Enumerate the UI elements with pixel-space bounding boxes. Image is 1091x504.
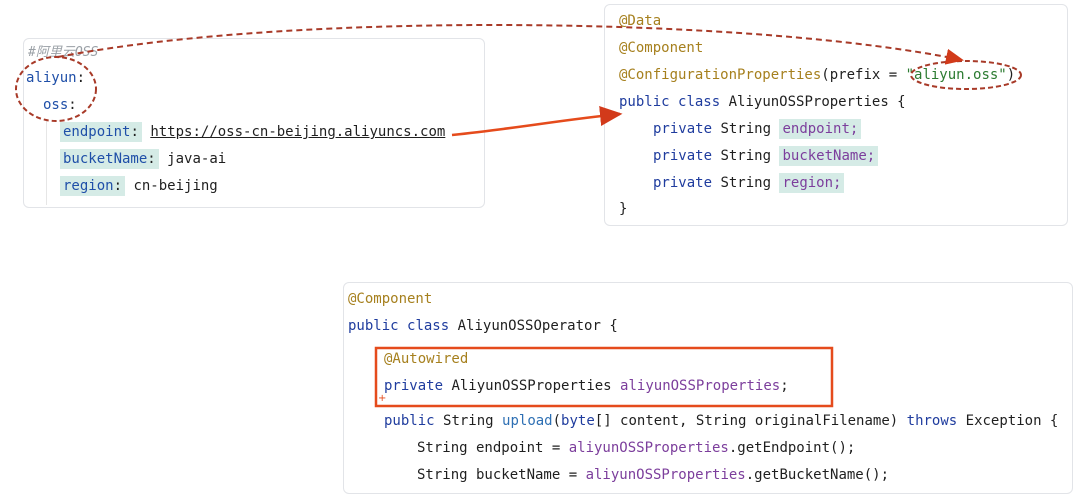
- endpoint-statement: String endpoint = aliyunOSSProperties.ge…: [417, 438, 855, 458]
- keyword-private: private: [384, 378, 444, 394]
- yaml-key-bucket: bucketName: [63, 151, 148, 167]
- field-bucket-line: private String bucketName;: [653, 146, 879, 166]
- field-bucket-name: bucketName;: [779, 146, 879, 166]
- keyword-class: class: [678, 94, 721, 110]
- yaml-line-region: region: cn-beijing: [60, 176, 218, 196]
- field-endpoint: endpoint;: [779, 119, 862, 139]
- class-declaration: public class AliyunOSSProperties {: [619, 92, 906, 112]
- annotation-config-properties: @ConfigurationProperties: [619, 67, 822, 83]
- yaml-endpoint-url[interactable]: https://oss-cn-beijing.aliyuncs.com: [150, 124, 445, 140]
- get-endpoint-call: .getEndpoint();: [728, 440, 856, 456]
- prefix-close: ): [1006, 67, 1016, 83]
- paren-open: (: [552, 413, 562, 429]
- properties-field-ref: aliyunOSSProperties: [585, 467, 746, 483]
- properties-field-ref: aliyunOSSProperties: [568, 440, 729, 456]
- annotation-component: @Component: [348, 291, 433, 307]
- endpoint-decl: String endpoint =: [417, 440, 569, 456]
- properties-field: aliyunOSSProperties: [620, 378, 781, 394]
- params-rest: [] content, String originalFilename): [594, 413, 907, 429]
- field-region: region;: [779, 173, 845, 193]
- yaml-line-endpoint: endpoint: https://oss-cn-beijing.aliyunc…: [60, 122, 445, 142]
- yaml-line-aliyun: aliyun:: [26, 68, 85, 88]
- yaml-bucket-value: java-ai: [167, 151, 227, 167]
- yaml-line-oss: oss:: [43, 95, 77, 115]
- yaml-key-bucket-highlight: bucketName:: [60, 149, 159, 169]
- keyword-private: private: [653, 148, 713, 164]
- keyword-public: public: [619, 94, 670, 110]
- keyword-class: class: [407, 318, 450, 334]
- bucket-statement: String bucketName = aliyunOSSProperties.…: [417, 465, 889, 485]
- get-bucket-name-call: .getBucketName();: [745, 467, 890, 483]
- yaml-colon: :: [130, 124, 139, 140]
- yaml-key-region: region: [63, 178, 114, 194]
- yaml-line-bucket: bucketName: java-ai: [60, 149, 226, 169]
- field-endpoint-line: private String endpoint;: [653, 119, 862, 139]
- operator-class-panel: @Component public class AliyunOSSOperato…: [343, 282, 1073, 494]
- yaml-region-value: cn-beijing: [133, 178, 218, 194]
- annotation-autowired: @Autowired: [384, 351, 469, 367]
- yaml-key-endpoint: endpoint: [63, 124, 131, 140]
- indent-guide: [46, 119, 47, 205]
- yaml-key-aliyun: aliyun: [26, 70, 77, 86]
- yaml-colon: :: [113, 178, 123, 194]
- keyword-public: public: [348, 318, 399, 334]
- yaml-key-oss: oss: [43, 97, 69, 113]
- type-string: String: [720, 148, 772, 164]
- yaml-config-panel: #阿里云OSS aliyun: oss: endpoint: https://o…: [23, 38, 485, 208]
- keyword-private: private: [653, 175, 713, 191]
- class-declaration: public class AliyunOSSOperator {: [348, 316, 618, 336]
- yaml-key-region-highlight: region:: [60, 176, 126, 196]
- return-type: String: [443, 413, 494, 429]
- class-name: AliyunOSSOperator {: [457, 318, 618, 334]
- keyword-throws: throws: [906, 413, 958, 429]
- keyword-byte: byte: [561, 413, 595, 429]
- class-name: AliyunOSSProperties {: [728, 94, 906, 110]
- method-upload: upload: [502, 413, 553, 429]
- type-string: String: [720, 175, 772, 191]
- yaml-key-endpoint-highlight: endpoint:: [60, 122, 142, 142]
- type-string: String: [720, 121, 772, 137]
- keyword-public: public: [384, 413, 435, 429]
- semicolon: ;: [780, 378, 789, 394]
- annotation-component: @Component: [619, 40, 704, 56]
- annotation-data: @Data: [619, 13, 662, 29]
- bucket-decl: String bucketName =: [417, 467, 586, 483]
- prefix-value: "aliyun.oss": [905, 67, 1007, 83]
- config-properties-line: @ConfigurationProperties(prefix = "aliyu…: [619, 65, 1015, 85]
- yaml-colon: :: [68, 97, 77, 113]
- field-region-line: private String region;: [653, 173, 845, 193]
- properties-type: AliyunOSSProperties: [451, 378, 612, 394]
- exception-rest: Exception {: [957, 413, 1059, 429]
- prefix-open: (prefix =: [821, 67, 906, 83]
- upload-method-signature: public String upload(byte[] content, Str…: [384, 411, 1058, 431]
- yaml-colon: :: [76, 70, 86, 86]
- autowired-field-line: private AliyunOSSProperties aliyunOSSPro…: [384, 376, 789, 396]
- class-close-brace: }: [619, 201, 628, 217]
- properties-class-panel: @Data @Component @ConfigurationPropertie…: [604, 4, 1068, 226]
- yaml-comment: #阿里云OSS: [28, 45, 99, 60]
- keyword-private: private: [653, 121, 713, 137]
- yaml-colon: :: [147, 151, 156, 167]
